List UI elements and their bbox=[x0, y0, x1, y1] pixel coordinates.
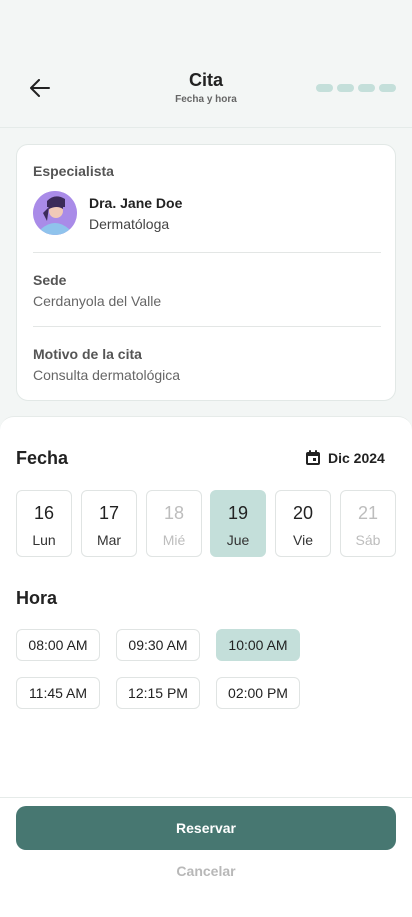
site-value: Cerdanyola del Valle bbox=[33, 293, 162, 309]
date-time-sheet: Fecha Dic 2024 16 Lun 17 Mar 18 Mié 19 J… bbox=[0, 416, 412, 917]
reason-label: Motivo de la cita bbox=[33, 346, 142, 362]
time-slot[interactable]: 08:00 AM bbox=[16, 629, 100, 661]
time-slot[interactable]: 02:00 PM bbox=[216, 677, 300, 709]
day-option[interactable]: 19 Jue bbox=[210, 490, 266, 557]
appointment-summary-card: Especialista Dra. Jane Doe Dermatóloga S… bbox=[16, 144, 396, 401]
divider bbox=[33, 326, 381, 327]
footer-divider bbox=[0, 797, 412, 798]
progress-step bbox=[316, 84, 333, 92]
day-option[interactable]: 21 Sáb bbox=[340, 490, 396, 557]
doctor-name: Dra. Jane Doe bbox=[89, 195, 183, 211]
time-slot[interactable]: 10:00 AM bbox=[216, 629, 300, 661]
calendar-icon bbox=[306, 450, 320, 465]
day-weekday: Lun bbox=[32, 532, 56, 548]
day-weekday: Sáb bbox=[355, 532, 381, 548]
day-number: 20 bbox=[292, 503, 314, 523]
month-label: Dic 2024 bbox=[328, 450, 385, 466]
day-number: 19 bbox=[227, 503, 249, 523]
day-option[interactable]: 16 Lun bbox=[16, 490, 72, 557]
day-number: 21 bbox=[357, 503, 379, 523]
step-progress-indicator bbox=[316, 84, 396, 92]
progress-step bbox=[358, 84, 375, 92]
time-slot[interactable]: 12:15 PM bbox=[116, 677, 200, 709]
day-number: 18 bbox=[163, 503, 185, 523]
progress-step bbox=[379, 84, 396, 92]
reason-value: Consulta dermatológica bbox=[33, 367, 181, 383]
day-number: 17 bbox=[98, 503, 120, 523]
month-selector[interactable]: Dic 2024 bbox=[304, 448, 385, 468]
divider bbox=[33, 252, 381, 253]
reserve-button[interactable]: Reservar bbox=[16, 806, 396, 850]
specialist-label: Especialista bbox=[33, 163, 114, 179]
time-slot[interactable]: 11:45 AM bbox=[16, 677, 100, 709]
day-number: 16 bbox=[33, 503, 55, 523]
time-heading: Hora bbox=[16, 588, 58, 608]
day-option[interactable]: 18 Mié bbox=[146, 490, 202, 557]
app-header: Cita Fecha y hora bbox=[0, 0, 412, 128]
page-subtitle: Fecha y hora bbox=[175, 94, 237, 105]
date-heading: Fecha bbox=[16, 448, 69, 468]
day-option[interactable]: 20 Vie bbox=[275, 490, 331, 557]
doctor-avatar bbox=[33, 191, 77, 235]
time-slot[interactable]: 09:30 AM bbox=[116, 629, 200, 661]
progress-step bbox=[337, 84, 354, 92]
day-weekday: Vie bbox=[293, 532, 313, 548]
site-label: Sede bbox=[33, 272, 67, 288]
day-option[interactable]: 17 Mar bbox=[81, 490, 137, 557]
day-weekday: Mié bbox=[162, 532, 186, 548]
doctor-specialty: Dermatóloga bbox=[89, 216, 170, 232]
day-weekday: Mar bbox=[96, 532, 122, 548]
cancel-button[interactable]: Cancelar bbox=[0, 863, 412, 879]
day-weekday: Jue bbox=[226, 532, 250, 548]
